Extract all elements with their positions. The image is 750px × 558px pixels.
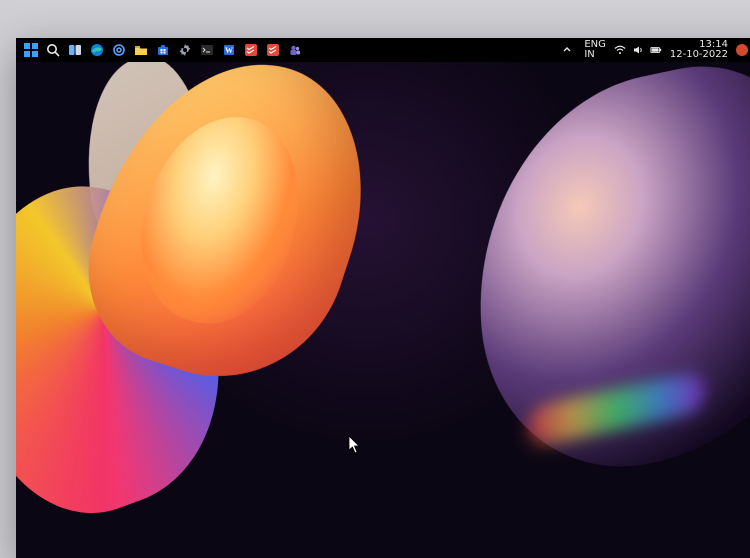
settings-icon[interactable] [176,41,194,59]
language-indicator[interactable]: ENG IN [584,40,606,61]
clock-date: 12-10-2022 [670,50,728,61]
todoist-icon[interactable] [242,41,260,59]
taskbar-system-tray: ENG IN 13:14 12-10-2022 [558,40,750,61]
desktop[interactable] [16,38,750,558]
volume-icon[interactable] [632,44,644,56]
wallpaper-shape [467,39,750,497]
taskbar: W ENG IN [16,38,750,62]
notifications-indicator-icon[interactable] [736,44,748,56]
file-explorer-icon[interactable] [132,41,150,59]
todoist-alt-icon[interactable] [264,41,282,59]
svg-text:W: W [225,46,233,55]
language-bottom-label: IN [584,50,594,61]
terminal-icon[interactable] [198,41,216,59]
microsoft-store-icon[interactable] [154,41,172,59]
teams-icon[interactable] [286,41,304,59]
wifi-icon[interactable] [614,44,626,56]
widgets-icon[interactable] [110,41,128,59]
taskbar-pinned-apps: W [16,41,304,59]
task-view-icon[interactable] [66,41,84,59]
tray-chevron-icon[interactable] [558,41,576,59]
search-icon[interactable] [44,41,62,59]
mouse-cursor [349,436,361,457]
battery-icon[interactable] [650,44,662,56]
wallpaper [16,38,750,558]
start-icon[interactable] [22,41,40,59]
taskbar-clock[interactable]: 13:14 12-10-2022 [670,40,728,61]
edge-icon[interactable] [88,41,106,59]
word-icon[interactable]: W [220,41,238,59]
